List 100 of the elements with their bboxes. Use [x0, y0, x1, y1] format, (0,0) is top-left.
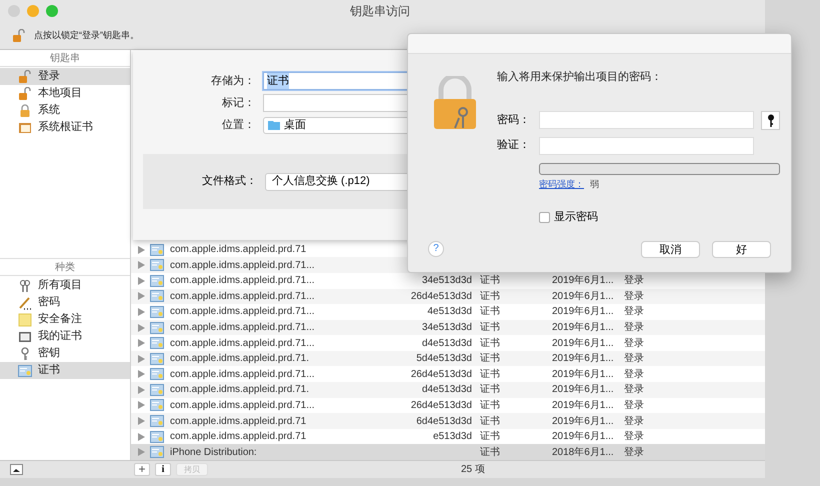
password-field[interactable]	[539, 111, 754, 129]
sidebar-toggle-icon[interactable]	[10, 464, 23, 475]
field-label: 存储为：	[210, 74, 256, 89]
item-kind: 证书	[480, 338, 500, 349]
unlocked-padlock-icon	[18, 70, 32, 84]
item-name: com.apple.idms.appleid.prd.71	[170, 414, 308, 428]
item-kind: 证书	[480, 446, 500, 458]
certificate-icon	[150, 274, 164, 287]
password-assistant-button[interactable]	[761, 110, 780, 130]
list-row[interactable]: com.apple.idms.appleid.prd.71. 5d4e513d3d 证书 2019年6月1... 登录	[131, 350, 765, 366]
strength-value: 弱	[590, 178, 599, 190]
list-row[interactable]: iPhone Distribution: 证书 2018年6月1... 登录	[131, 444, 765, 460]
add-button[interactable]: +	[134, 463, 150, 476]
item-date: 2019年6月1...	[552, 338, 614, 349]
certificate-stack-icon	[18, 120, 32, 134]
list-row[interactable]: com.apple.idms.appleid.prd.71... 26d4e513d3d 证书 2019年6月1... 登录	[131, 288, 765, 304]
lock-message[interactable]: 点按以锁定“登录”钥匙串。	[34, 28, 139, 42]
list-row[interactable]: com.apple.idms.appleid.prd.71 e513d3d 证书 2019年6月1... 登录	[131, 428, 765, 444]
item-keychain: 登录	[624, 384, 644, 396]
sidebar-item[interactable]: 系统根证书	[0, 119, 130, 136]
sidebar-item[interactable]: 我的证书	[0, 328, 130, 345]
folder-icon	[268, 120, 280, 130]
certificate-icon	[18, 364, 32, 376]
item-identifier: 4e513d3d	[428, 305, 472, 320]
sidebar-item[interactable]: 登录	[0, 68, 130, 85]
item-keychain: 登录	[624, 275, 644, 286]
sidebar-item[interactable]: 安全备注	[0, 311, 130, 328]
certificate-icon	[150, 430, 164, 443]
list-row[interactable]: com.apple.idms.appleid.prd.71 6d4e513d3d 证书 2019年6月1... 登录	[131, 413, 765, 429]
sidebar-item[interactable]: 密钥	[0, 345, 130, 362]
item-date: 2019年6月1...	[552, 384, 614, 396]
sidebar-item[interactable]: 本地项目	[0, 85, 130, 102]
item-identifier: 34e513d3d	[422, 321, 472, 336]
field-label: 文件格式：	[201, 174, 258, 190]
item-date: 2019年6月1...	[552, 431, 614, 442]
item-name: iPhone Distribution:	[170, 446, 258, 460]
field-label: 位置：	[221, 118, 256, 133]
certificate-icon	[18, 330, 32, 344]
item-keychain: 登录	[624, 431, 644, 442]
item-kind: 证书	[480, 416, 500, 426]
help-button[interactable]: ?	[428, 241, 444, 257]
item-identifier: 6d4e513d3d	[416, 414, 472, 428]
certificate-icon	[150, 322, 164, 334]
sidebar-section-header: 种类	[0, 259, 130, 276]
item-keychain: 登录	[624, 290, 644, 302]
item-date: 2019年6月1...	[552, 416, 614, 426]
sidebar-section-header: 钥匙串	[0, 50, 130, 67]
item-keychain: 登录	[624, 322, 644, 334]
item-name: com.apple.idms.appleid.prd.71.	[170, 352, 310, 366]
info-button[interactable]: i	[155, 463, 171, 476]
padlock-with-keys-icon	[433, 76, 477, 130]
certificate-icon	[150, 290, 164, 302]
sidebar-item[interactable]: 系统	[0, 102, 130, 119]
unlocked-padlock-icon	[12, 28, 26, 42]
item-identifier: 26d4e513d3d	[410, 290, 472, 304]
certificate-icon	[150, 415, 164, 427]
list-row[interactable]: com.apple.idms.appleid.prd.71... 26d4e513d3d 证书 2019年6月1... 登录	[131, 398, 765, 414]
item-date: 2019年6月1...	[552, 306, 614, 318]
item-kind: 证书	[480, 431, 500, 442]
strength-link[interactable]: 密码强度：	[539, 178, 584, 191]
item-name: com.apple.idms.appleid.prd.71	[170, 430, 308, 444]
padlock-icon	[18, 104, 32, 118]
item-date: 2019年6月1...	[552, 353, 614, 364]
sidebar-item[interactable]: 证书	[0, 362, 130, 379]
item-kind: 证书	[480, 368, 500, 380]
certificate-icon	[150, 306, 164, 318]
field-label: 验证：	[497, 138, 531, 154]
item-name: com.apple.idms.appleid.prd.71.	[170, 383, 310, 398]
item-count: 25 项	[461, 463, 485, 477]
dialog-button[interactable]: 好	[712, 240, 771, 258]
item-kind: 证书	[480, 275, 500, 286]
item-name: com.apple.idms.appleid.prd.71	[170, 243, 308, 258]
item-kind: 证书	[480, 290, 500, 302]
item-date: 2019年6月1...	[552, 290, 614, 302]
dialog-button[interactable]: 取消	[641, 240, 700, 258]
item-keychain: 登录	[624, 416, 644, 426]
sidebar-item[interactable]: 密码	[0, 294, 130, 311]
pencil-icon	[18, 296, 32, 310]
item-kind: 证书	[480, 306, 500, 318]
field-label: 标记：	[221, 96, 256, 111]
item-identifier: 26d4e513d3d	[410, 368, 472, 382]
sidebar-item[interactable]: 所有项目	[0, 277, 130, 294]
item-date: 2019年6月1...	[552, 275, 614, 286]
checkbox-label: 显示密码	[554, 210, 598, 225]
item-keychain: 登录	[624, 446, 644, 458]
show-password-checkbox[interactable]	[539, 212, 550, 223]
item-date: 2018年6月1...	[552, 446, 614, 458]
verify-field[interactable]	[539, 136, 754, 154]
item-identifier: 5d4e513d3d	[416, 352, 472, 366]
item-identifier: d4e513d3d	[422, 336, 472, 351]
item-kind: 证书	[480, 322, 500, 334]
list-row[interactable]: com.apple.idms.appleid.prd.71. d4e513d3d 证书 2019年6月1... 登录	[131, 382, 765, 398]
item-keychain: 登录	[624, 306, 644, 318]
item-kind: 证书	[480, 400, 500, 411]
list-row[interactable]: com.apple.idms.appleid.prd.71... 34e513d3d 证书 2019年6月1... 登录	[131, 320, 765, 336]
item-identifier: d4e513d3d	[422, 383, 472, 398]
certificate-icon	[150, 384, 164, 396]
zoom-button[interactable]	[46, 5, 58, 17]
dialog-prompt: 输入将用来保护输出项目的密码：	[497, 70, 663, 85]
minimize-button[interactable]	[27, 5, 39, 17]
